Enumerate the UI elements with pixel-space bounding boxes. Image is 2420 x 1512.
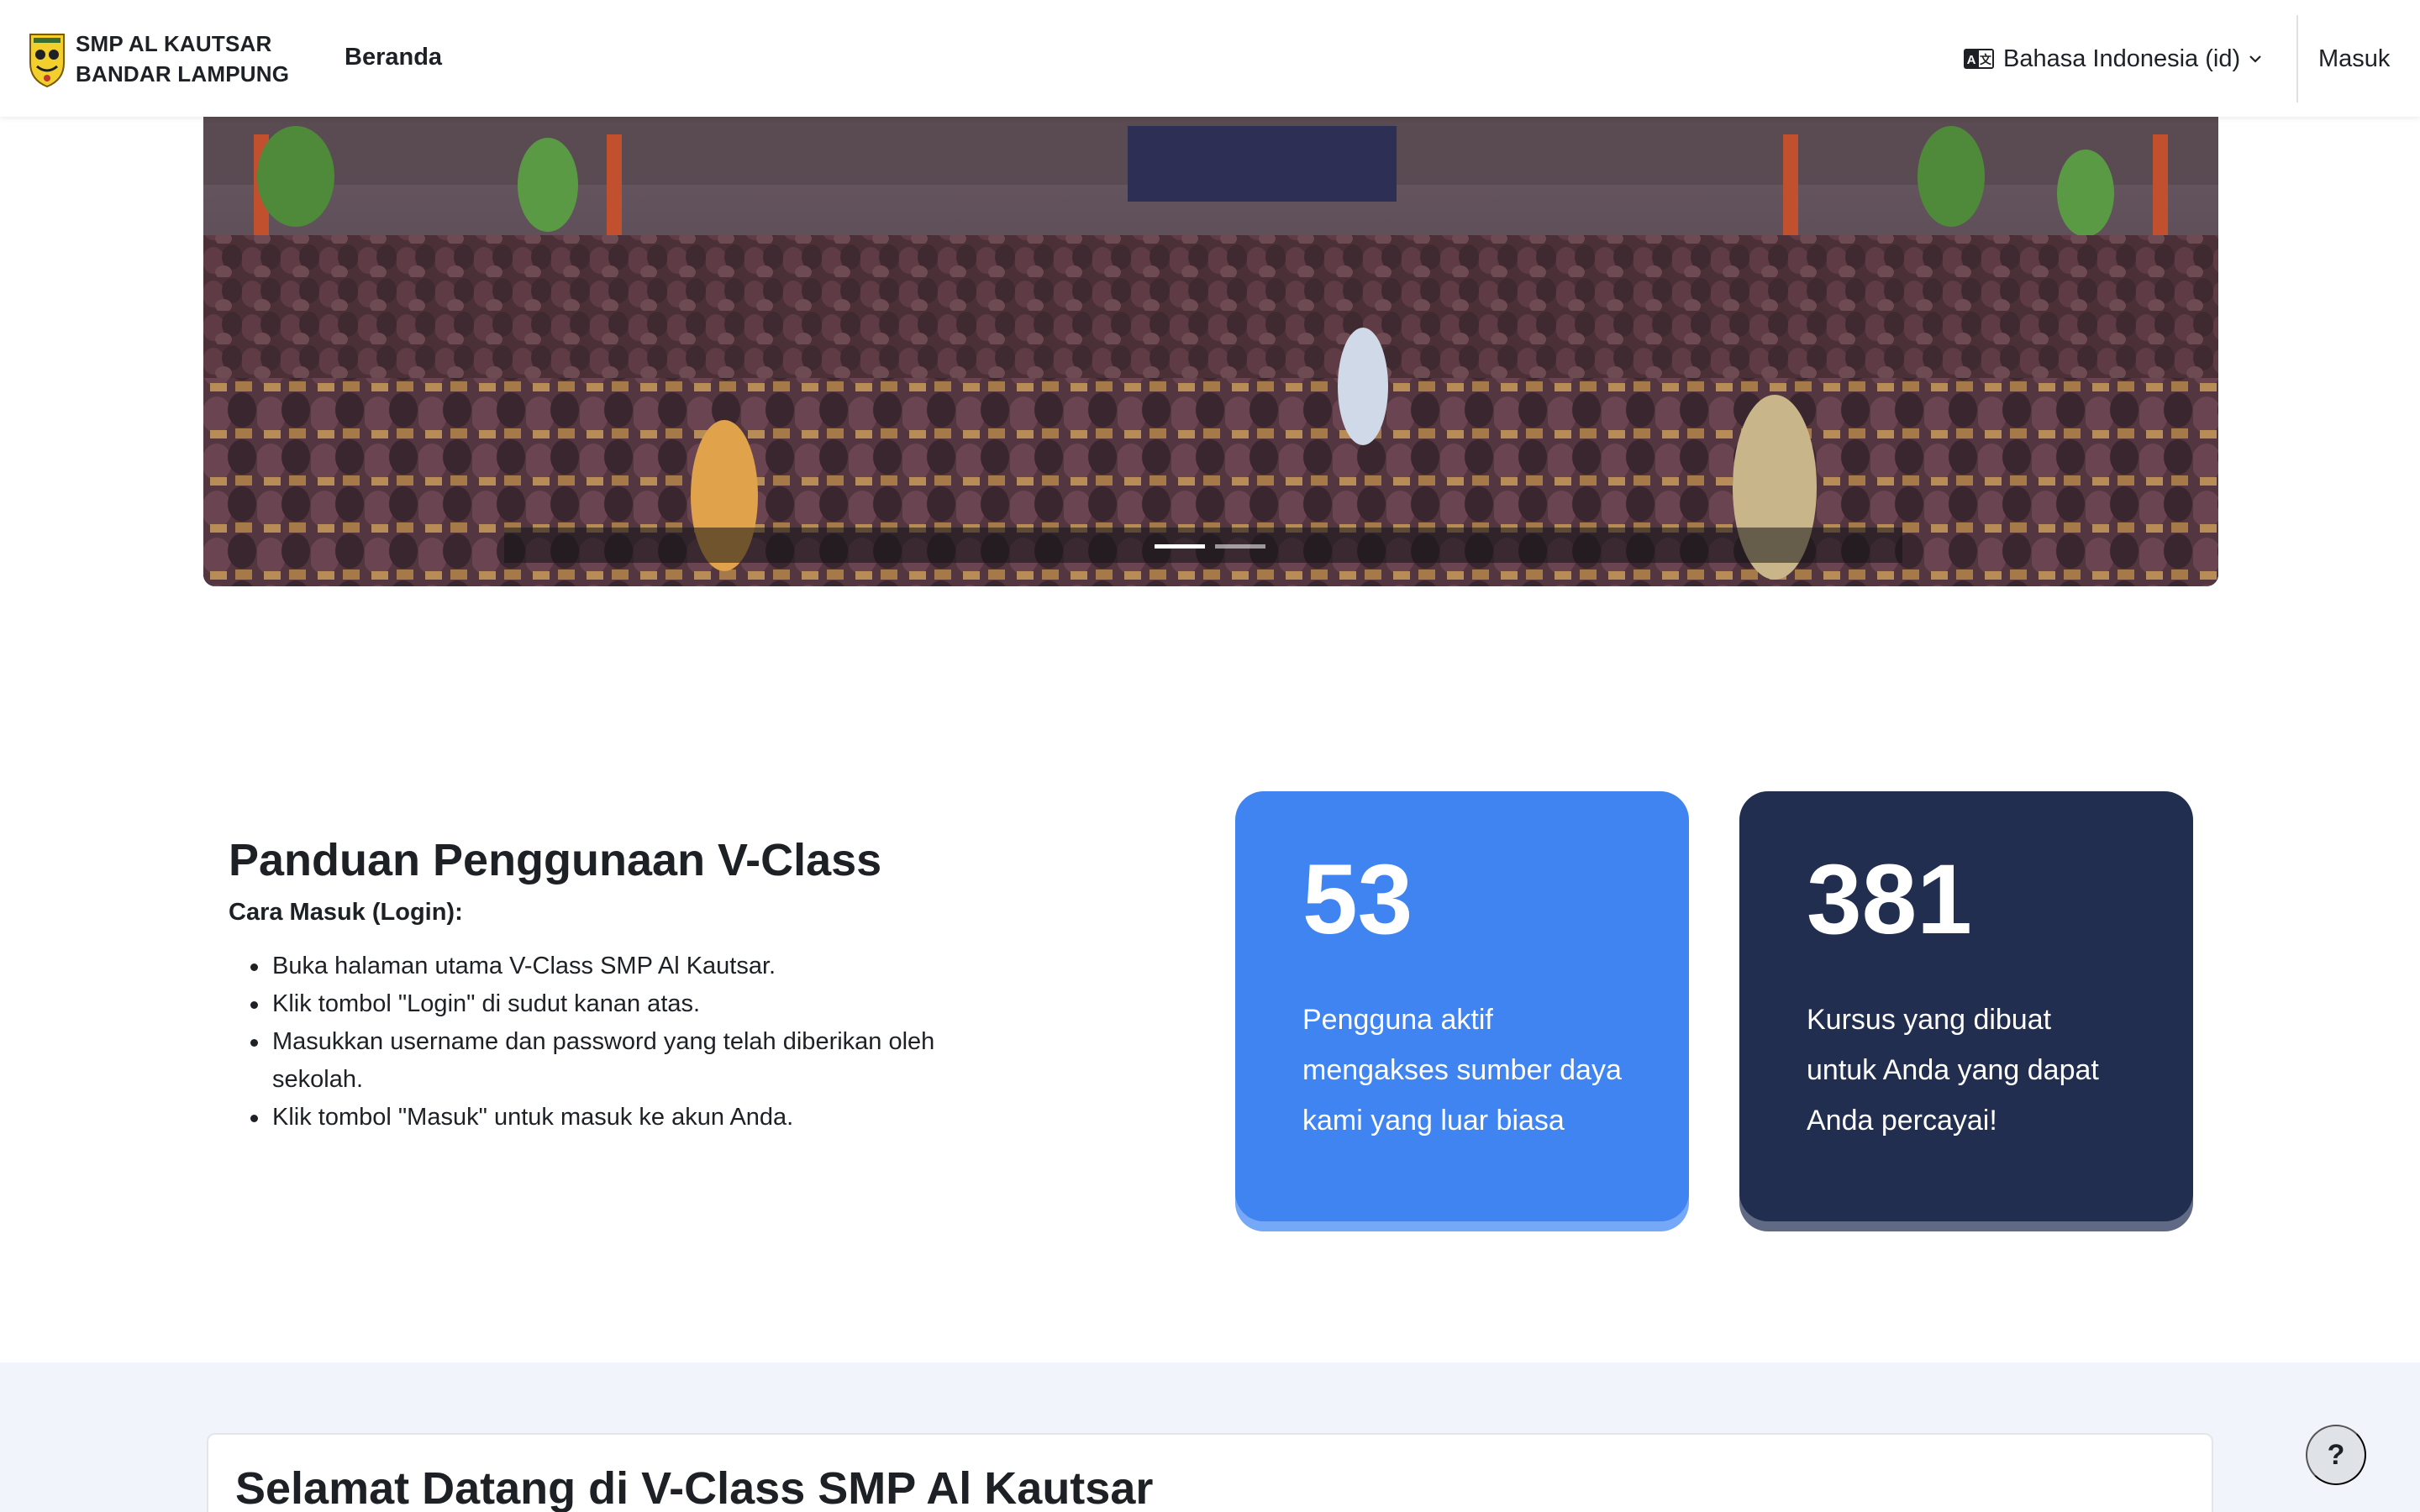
- language-selector[interactable]: A 文 Bahasa Indonesia (id): [1963, 40, 2264, 77]
- navbar-divider: [2296, 15, 2298, 102]
- hero-carousel[interactable]: [203, 109, 2218, 586]
- site-brand-link[interactable]: SMP AL KAUTSAR BANDAR LAMPUNG: [27, 27, 289, 91]
- login-link[interactable]: Masuk: [2318, 40, 2390, 77]
- list-item: Klik tombol "Masuk" untuk masuk ke akun …: [250, 1099, 1002, 1137]
- carousel-indicator-2[interactable]: [1215, 544, 1265, 549]
- stat-card-active-users: 53 Pengguna aktif mengakses sumber daya …: [1235, 791, 1689, 1221]
- brand-name-line1: SMP AL KAUTSAR: [76, 31, 272, 56]
- svg-text:A: A: [1967, 53, 1976, 67]
- carousel-indicator-1[interactable]: [1155, 544, 1205, 549]
- stat-card-courses: 381 Kursus yang dibuat untuk Anda yang d…: [1739, 791, 2193, 1221]
- carousel-slide-image: [203, 109, 2218, 586]
- list-item: Klik tombol "Login" di sudut kanan atas.: [250, 985, 1002, 1023]
- list-item: Buka halaman utama V-Class SMP Al Kautsa…: [250, 948, 1002, 985]
- stat-description: Kursus yang dibuat untuk Anda yang dapat…: [1807, 1004, 2099, 1137]
- brand-name-line2: BANDAR LAMPUNG: [76, 61, 290, 87]
- nav-link-home[interactable]: Beranda: [345, 40, 442, 74]
- help-button[interactable]: ?: [2306, 1425, 2366, 1485]
- school-logo-icon: [29, 34, 65, 88]
- welcome-title: Selamat Datang di V-Class SMP Al Kautsar: [235, 1463, 1154, 1512]
- guide-subtitle: Cara Masuk (Login):: [229, 899, 463, 926]
- stat-value: 381: [1807, 844, 1972, 955]
- stat-description: Pengguna aktif mengakses sumber daya kam…: [1302, 1004, 1622, 1137]
- guide-steps-list: Buka halaman utama V-Class SMP Al Kautsa…: [229, 948, 1002, 1137]
- language-icon: A 文: [1964, 49, 1994, 69]
- chevron-down-icon: [2249, 55, 2261, 63]
- brand-name: SMP AL KAUTSAR BANDAR LAMPUNG: [76, 29, 289, 89]
- guide-section: Panduan Penggunaan V-Class Cara Masuk (L…: [229, 830, 1002, 1137]
- top-navbar: SMP AL KAUTSAR BANDAR LAMPUNG Beranda A …: [0, 0, 2420, 117]
- guide-title: Panduan Penggunaan V-Class: [229, 835, 882, 885]
- svg-text:文: 文: [1980, 53, 1992, 66]
- stat-value: 53: [1302, 844, 1413, 955]
- list-item: Masukkan username dan password yang tela…: [250, 1023, 1002, 1099]
- language-label: Bahasa Indonesia (id): [2003, 45, 2241, 72]
